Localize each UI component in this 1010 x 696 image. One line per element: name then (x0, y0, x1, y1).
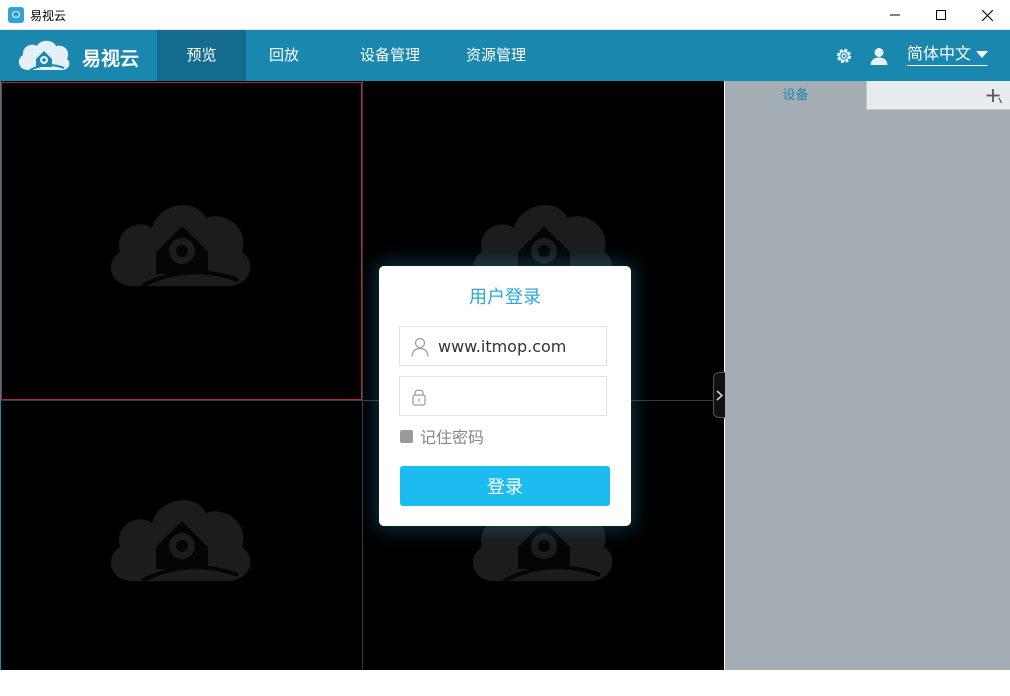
device-panel: 设备 (725, 81, 1010, 670)
caret-down-icon (976, 51, 989, 58)
panel-collapse-button[interactable] (713, 372, 725, 418)
video-cell-3[interactable] (1, 401, 362, 670)
tab-playback[interactable]: 回放 (246, 30, 322, 81)
tab-label: 预览 (186, 46, 217, 64)
login-button[interactable]: 登录 (400, 466, 610, 506)
remember-label: 记住密码 (420, 428, 485, 447)
video-cell-1[interactable] (1, 82, 362, 400)
grid-edge (0, 81, 1, 670)
minimize-icon (890, 14, 900, 16)
tab-devices[interactable]: 设备 (725, 81, 866, 111)
add-device-tab[interactable] (866, 81, 1010, 110)
remember-checkbox[interactable] (400, 429, 413, 443)
maximize-icon (936, 10, 946, 20)
language-label: 简体中文 (907, 44, 972, 63)
username-input[interactable] (438, 327, 602, 365)
brand-name: 易视云 (82, 48, 140, 70)
watermark-logo-icon (110, 205, 250, 288)
app-header: 易视云 预览 回放 设备管理 资源管理 简体中文 (0, 30, 1010, 81)
close-icon (981, 9, 993, 21)
close-button[interactable] (964, 0, 1010, 30)
grid-divider-vertical (362, 81, 363, 670)
brand-logo-icon (18, 40, 70, 71)
plus-icon (986, 89, 1002, 104)
app-logo-icon (8, 7, 24, 23)
watermark-logo-icon (110, 499, 250, 583)
window-titlebar: 易视云 (0, 0, 1010, 30)
lock-icon (412, 389, 426, 406)
user-icon[interactable] (869, 46, 889, 66)
tab-label: 设备管理 (359, 46, 420, 64)
gear-icon[interactable] (834, 46, 854, 66)
tab-preview[interactable]: 预览 (157, 30, 246, 81)
login-dialog: 用户登录 记住密码 登录 (379, 266, 631, 526)
user-outline-icon (411, 337, 429, 357)
remember-password[interactable]: 记住密码 (400, 427, 485, 447)
window-bottom-edge (0, 670, 1010, 696)
maximize-button[interactable] (918, 0, 964, 30)
tab-resource-management[interactable]: 资源管理 (450, 30, 542, 81)
minimize-button[interactable] (872, 0, 918, 30)
tab-label: 回放 (268, 46, 299, 64)
password-field[interactable] (399, 376, 607, 416)
tab-devices-label: 设备 (782, 88, 809, 103)
tab-device-management[interactable]: 设备管理 (342, 30, 438, 81)
tab-label: 资源管理 (465, 46, 526, 64)
login-title: 用户登录 (469, 287, 541, 308)
password-input[interactable] (438, 377, 602, 415)
language-select[interactable]: 简体中文 (907, 44, 989, 66)
chevron-right-icon (716, 389, 723, 401)
username-field[interactable] (399, 326, 607, 366)
window-title: 易视云 (30, 9, 67, 23)
